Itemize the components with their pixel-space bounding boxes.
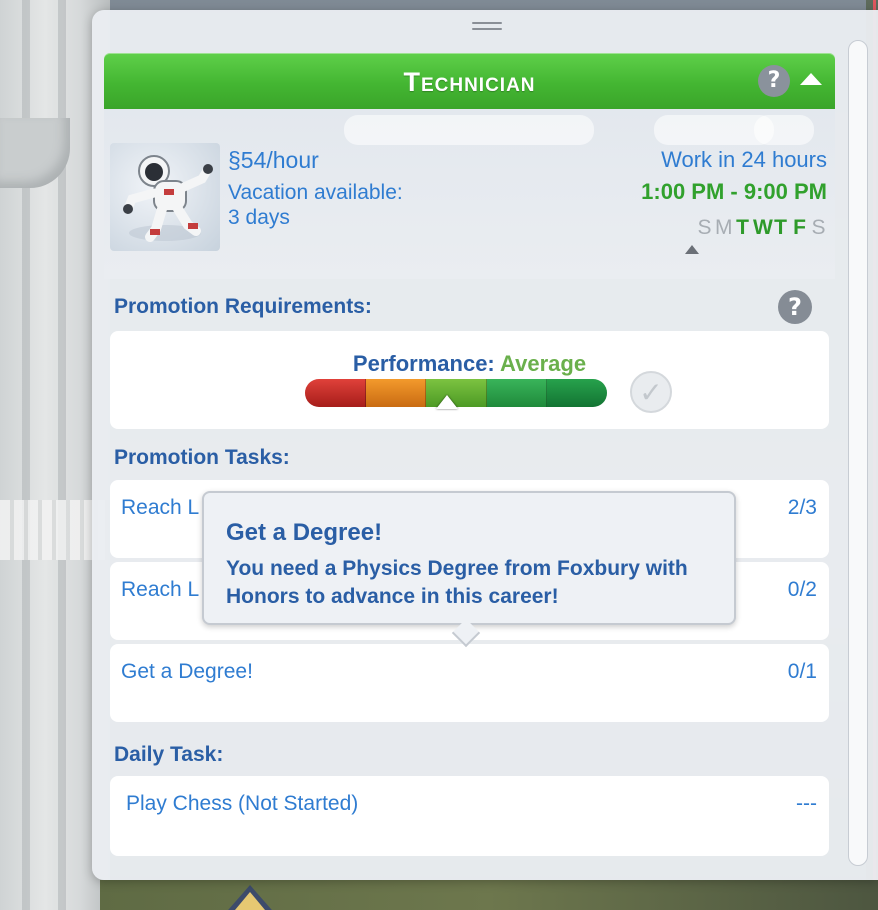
promotion-tasks-title: Promotion Tasks: [114,446,290,469]
daily-task-progress: --- [796,792,817,815]
vacation-label: Vacation available: [228,181,403,204]
work-days: SMTWTFS [696,216,827,240]
performance-key: Performance: [352,351,501,376]
day-letter: S [811,216,826,239]
job-info: §54/hour Vacation available: 3 days Work… [104,109,835,279]
day-letter: W [753,216,773,239]
career-panel: Technician ? §54/hour Vacation available… [92,10,878,880]
requirement-check-icon: ✓ [630,371,672,413]
performance-value: Average [500,351,587,376]
tooltip-title: Get a Degree! [226,519,383,546]
day-letter: F [793,216,806,239]
collapse-caret-icon[interactable] [800,73,822,85]
tooltip-tail [451,618,481,648]
dress-lace [0,500,105,560]
task-row[interactable]: Get a Degree! 0/1 [110,644,829,722]
performance-indicator-icon [435,395,458,409]
today-marker-icon [685,245,699,254]
task-label: Reach L [121,578,200,601]
career-title: Technician [403,67,536,97]
task-progress: 0/1 [787,660,817,683]
work-hours: 1:00 PM - 9:00 PM [641,179,827,204]
task-progress: 0/2 [787,578,817,601]
daily-task-title: Daily Task: [114,743,224,766]
panel-scrollbar[interactable] [848,40,868,866]
day-letter: T [774,216,787,239]
promotion-requirements-title: Promotion Requirements: [114,295,372,318]
tooltip-body: You need a Physics Degree from Foxbury w… [226,557,688,608]
performance-card: Performance: Average ✓ [110,331,829,429]
task-progress: 2/3 [787,496,817,519]
vacation-days: 3 days [228,206,290,229]
task-label: Reach L [121,496,200,519]
day-letter: T [736,216,749,239]
work-countdown: Work in 24 hours [661,147,827,172]
help-icon[interactable]: ? [758,65,790,97]
daily-task-row[interactable]: Play Chess (Not Started) --- [110,776,829,856]
career-title-bar[interactable]: Technician ? [104,53,835,109]
task-label: Get a Degree! [121,660,253,683]
day-letter: M [715,216,733,239]
performance-label: Performance: Average [110,351,829,377]
degree-tooltip: Get a Degree! You need a Physics Degree … [202,491,736,648]
daily-task-label: Play Chess (Not Started) [126,792,359,815]
lawn [100,880,878,910]
day-letter: S [697,216,712,239]
drag-handle[interactable] [472,22,502,32]
astronaut-career-image [110,143,220,251]
help-icon[interactable]: ? [778,290,812,324]
hourly-pay: §54/hour [228,147,319,173]
